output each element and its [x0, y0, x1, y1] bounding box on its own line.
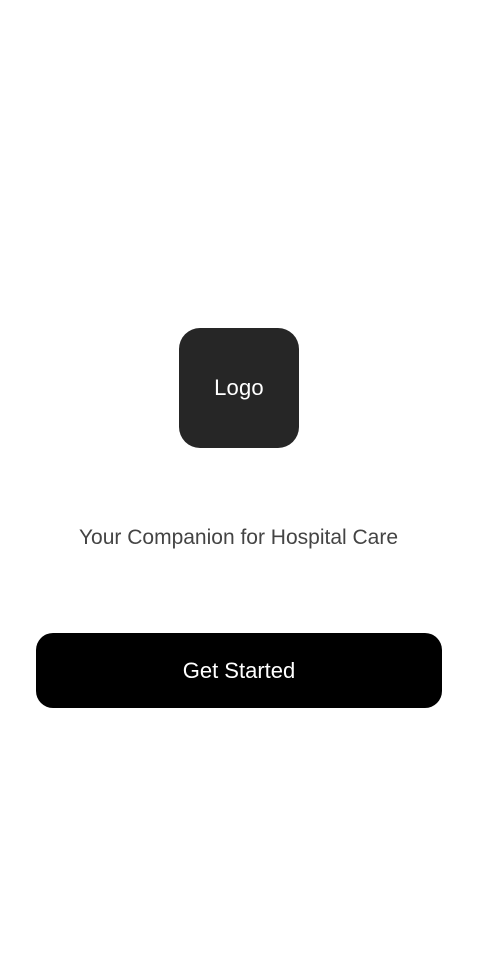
- onboarding-screen: Logo Your Companion for Hospital Care Ge…: [0, 0, 477, 961]
- app-logo: Logo: [179, 328, 299, 448]
- get-started-label: Get Started: [182, 657, 296, 683]
- app-tagline: Your Companion for Hospital Care: [78, 526, 399, 549]
- logo-placeholder-text: Logo: [214, 375, 264, 400]
- get-started-button[interactable]: Get Started: [36, 633, 442, 708]
